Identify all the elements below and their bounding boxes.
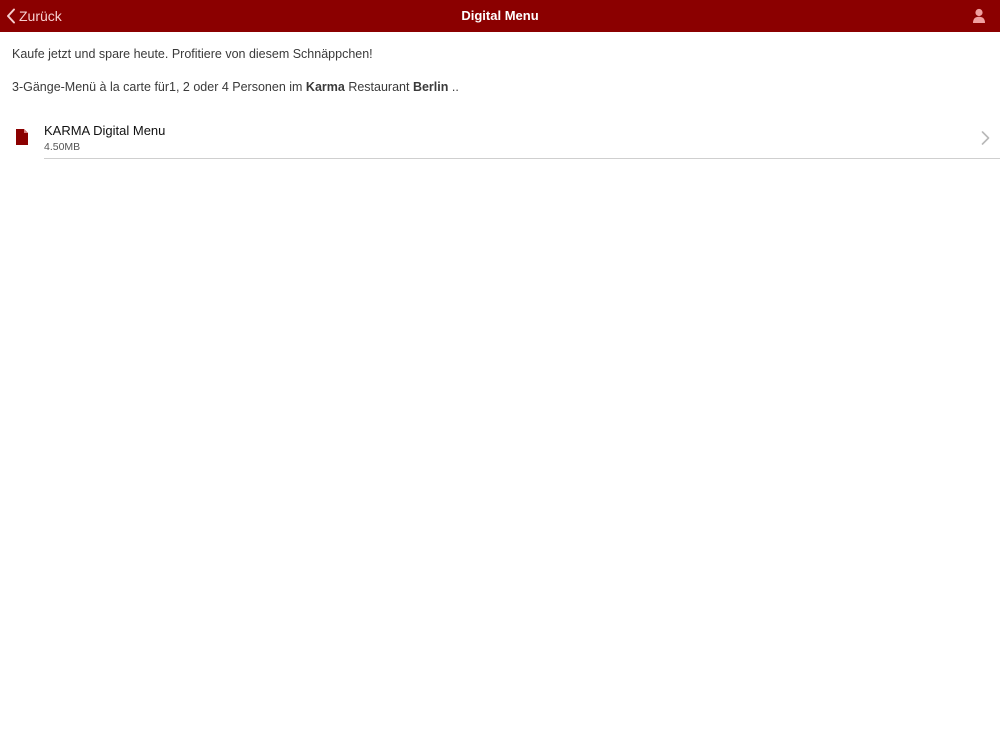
main-content: Kaufe jetzt und spare heute. Profitiere … [12, 32, 1000, 159]
file-size: 4.50MB [44, 141, 81, 153]
back-label: Zurück [19, 8, 62, 24]
chevron-left-icon [6, 8, 16, 24]
chevron-right-icon [981, 131, 990, 145]
description-part: Restaurant [344, 80, 413, 94]
description-part: .. [448, 80, 459, 94]
document-icon [16, 129, 28, 145]
description-part: 3-Gänge-Menü à la carte für1, 2 oder 4 P… [12, 80, 306, 94]
page-title: Digital Menu [461, 8, 539, 23]
back-button[interactable]: Zurück [6, 0, 62, 32]
file-list-item[interactable]: KARMA Digital Menu 4.50MB [12, 121, 1000, 159]
divider [44, 158, 1000, 159]
file-name: KARMA Digital Menu [44, 123, 166, 138]
navigation-bar: Zurück Digital Menu [0, 0, 1000, 32]
promo-text: Kaufe jetzt und spare heute. Profitiere … [12, 47, 373, 61]
user-icon[interactable] [970, 7, 988, 25]
description-text: 3-Gänge-Menü à la carte für1, 2 oder 4 P… [12, 79, 1000, 96]
restaurant-name: Karma [305, 80, 345, 94]
city-name: Berlin [412, 80, 449, 94]
